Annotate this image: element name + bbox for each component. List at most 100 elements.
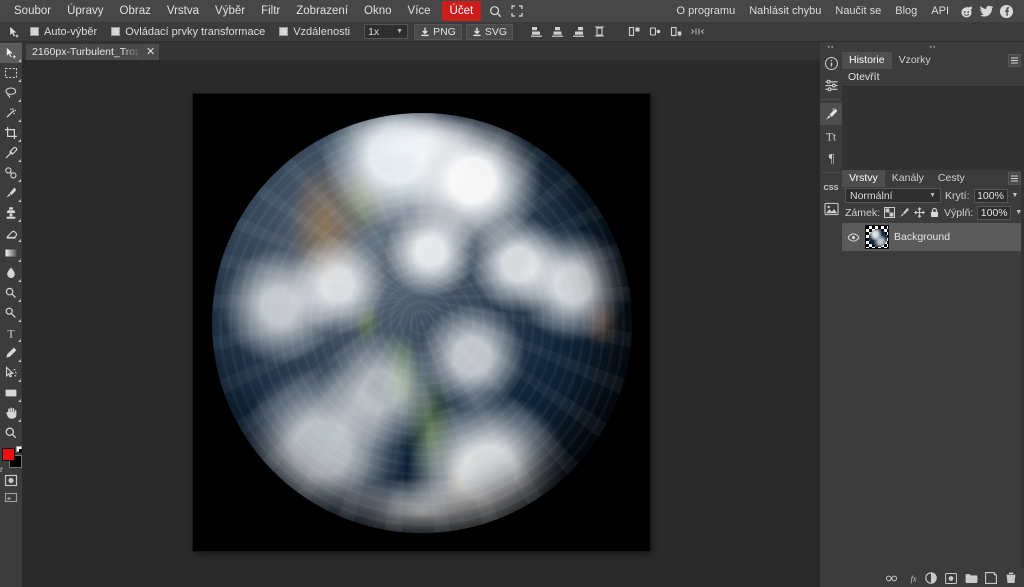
layer-mask-icon[interactable]: [944, 571, 958, 585]
eyedropper-tool[interactable]: [0, 143, 22, 163]
menu-naucit-se[interactable]: Naučit se: [828, 1, 888, 21]
tab-vrstvy[interactable]: Vrstvy: [842, 170, 885, 187]
blend-mode-select[interactable]: Normální ▼: [845, 188, 941, 203]
layer-list[interactable]: Background: [842, 223, 1024, 575]
pen-tool[interactable]: [0, 303, 22, 323]
document-tab[interactable]: 2160px-Turbulent_Tropical_S ✕: [26, 44, 159, 60]
menu-upravy[interactable]: Úpravy: [59, 1, 111, 21]
new-layer-icon[interactable]: [984, 571, 998, 585]
history-item-open[interactable]: Otevřít: [842, 69, 1024, 86]
lock-image-icon[interactable]: [899, 207, 910, 219]
magic-wand-tool[interactable]: [0, 103, 22, 123]
blur-tool[interactable]: [0, 263, 22, 283]
align-center-h-icon[interactable]: [548, 23, 567, 40]
distribute-left-icon[interactable]: [625, 23, 644, 40]
opacity-dropdown-icon[interactable]: ▼: [1012, 192, 1019, 199]
fill-value[interactable]: 100%: [977, 206, 1011, 220]
menu-zobrazeni[interactable]: Zobrazení: [288, 1, 356, 21]
menu-o-programu[interactable]: O programu: [670, 1, 743, 21]
type-tool[interactable]: T: [0, 323, 22, 343]
download-svg-button[interactable]: SVG: [466, 24, 513, 40]
gradient-tool[interactable]: [0, 243, 22, 263]
lock-transparency-icon[interactable]: [884, 207, 895, 219]
eraser-tool[interactable]: [0, 223, 22, 243]
twitter-icon[interactable]: [976, 2, 996, 20]
delete-layer-icon[interactable]: [1004, 571, 1018, 585]
tab-historie[interactable]: Historie: [842, 52, 892, 69]
hand-tool[interactable]: [0, 403, 22, 423]
download-png-button[interactable]: PNG: [414, 24, 462, 40]
shape-tool[interactable]: [0, 383, 22, 403]
align-middle-v-icon[interactable]: [590, 23, 609, 40]
crop-tool[interactable]: [0, 123, 22, 143]
layer-visibility-icon[interactable]: [846, 233, 860, 242]
character-panel-icon[interactable]: Tt: [820, 125, 842, 147]
account-button[interactable]: Účet: [442, 1, 482, 21]
menu-vyber[interactable]: Výběr: [207, 1, 253, 21]
distances-checkbox[interactable]: Vzdálenosti: [279, 26, 350, 38]
move-tool[interactable]: [0, 43, 22, 63]
screen-mode-button[interactable]: [0, 489, 22, 506]
path-pen-tool[interactable]: [0, 343, 22, 363]
align-right-icon[interactable]: [569, 23, 588, 40]
css-panel-icon[interactable]: CSS: [820, 176, 842, 198]
move-tool-icon[interactable]: [4, 23, 24, 41]
close-icon[interactable]: ✕: [146, 47, 155, 57]
layer-effects-icon[interactable]: fx: [904, 571, 918, 585]
menu-blog[interactable]: Blog: [888, 1, 924, 21]
brush-tool[interactable]: [0, 183, 22, 203]
menu-vice[interactable]: Více: [400, 1, 439, 21]
reddit-icon[interactable]: [956, 2, 976, 20]
paragraph-panel-icon[interactable]: ¶: [820, 147, 842, 169]
new-group-icon[interactable]: [964, 571, 978, 585]
opacity-value[interactable]: 100%: [974, 189, 1008, 203]
panel-menu-icon[interactable]: [1008, 172, 1021, 185]
history-list[interactable]: Otevřít: [842, 69, 1024, 170]
rail-drag-handle[interactable]: ▪▪: [820, 42, 842, 52]
lock-position-icon[interactable]: [914, 207, 925, 219]
search-icon[interactable]: [484, 2, 506, 20]
facebook-icon[interactable]: [996, 2, 1016, 20]
distribute-center-icon[interactable]: [646, 23, 665, 40]
document-canvas[interactable]: [193, 94, 650, 551]
menu-okno[interactable]: Okno: [356, 1, 400, 21]
tab-cesty[interactable]: Cesty: [931, 170, 972, 187]
menu-nahlasit-chybu[interactable]: Nahlásit chybu: [742, 1, 828, 21]
menu-api[interactable]: API: [924, 1, 956, 21]
swap-colors-icon[interactable]: [0, 466, 6, 472]
link-layers-icon[interactable]: [884, 571, 898, 585]
adjustments-panel-icon[interactable]: [820, 74, 842, 96]
menu-soubor[interactable]: Soubor: [6, 1, 59, 21]
clone-stamp-tool[interactable]: [0, 203, 22, 223]
lock-all-icon[interactable]: [929, 207, 940, 219]
color-swatches[interactable]: [0, 446, 22, 472]
panel-menu-icon[interactable]: [1008, 54, 1021, 67]
foreground-color-swatch[interactable]: [2, 448, 15, 461]
adjustment-layer-icon[interactable]: [924, 571, 938, 585]
panel-drag-handle[interactable]: ▪▪: [842, 42, 1024, 52]
tab-kanaly[interactable]: Kanály: [885, 170, 931, 187]
healing-brush-tool[interactable]: [0, 163, 22, 183]
transform-controls-checkbox[interactable]: Ovládací prvky transformace: [111, 26, 265, 38]
lasso-tool[interactable]: [0, 83, 22, 103]
menu-obraz[interactable]: Obraz: [112, 1, 159, 21]
zoom-tool[interactable]: [0, 423, 22, 443]
layer-row-background[interactable]: Background: [842, 223, 1024, 251]
quick-mask-button[interactable]: [0, 472, 22, 489]
marquee-tool[interactable]: [0, 63, 22, 83]
distribute-right-icon[interactable]: [667, 23, 686, 40]
canvas-workspace[interactable]: [22, 60, 820, 587]
distribute-spacing-icon[interactable]: [688, 23, 707, 40]
auto-select-checkbox[interactable]: Auto-výběr: [30, 26, 97, 38]
zoom-level-select[interactable]: 1x ▼: [364, 24, 408, 39]
tab-vzorky[interactable]: Vzorky: [892, 52, 938, 69]
dodge-tool[interactable]: [0, 283, 22, 303]
info-panel-icon[interactable]: [820, 52, 842, 74]
menu-filtr[interactable]: Filtr: [253, 1, 288, 21]
menu-vrstva[interactable]: Vrstva: [159, 1, 207, 21]
fullscreen-icon[interactable]: [506, 2, 528, 20]
brush-panel-icon[interactable]: [820, 103, 842, 125]
path-selection-tool[interactable]: [0, 363, 22, 383]
image-panel-icon[interactable]: [820, 198, 842, 220]
align-left-icon[interactable]: [527, 23, 546, 40]
